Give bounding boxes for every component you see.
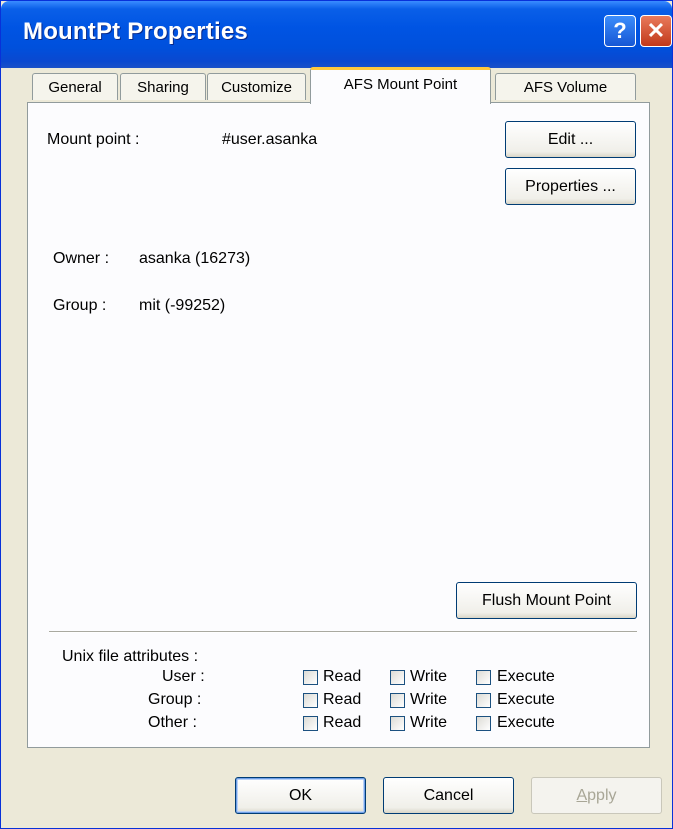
edit-button[interactable]: Edit ... — [505, 121, 636, 158]
group-row-label: Group : — [148, 691, 202, 708]
user-read-label: Read — [323, 668, 362, 685]
tab-label: Sharing — [137, 79, 189, 96]
apply-mnemonic: A — [576, 787, 588, 804]
group-value: mit (-99252) — [139, 297, 226, 314]
other-write-checkbox[interactable] — [390, 716, 405, 731]
group-execute-checkbox[interactable] — [476, 693, 491, 708]
title-bar[interactable]: MountPt Properties ? ✕ — [1, 1, 672, 68]
separator — [49, 631, 637, 633]
window-title: MountPt Properties — [23, 18, 248, 45]
other-read-label: Read — [323, 714, 362, 731]
cancel-button[interactable]: Cancel — [383, 777, 514, 814]
properties-button[interactable]: Properties ... — [505, 168, 636, 205]
group-write-checkbox[interactable] — [390, 693, 405, 708]
group-read-checkbox[interactable] — [303, 693, 318, 708]
user-execute-checkbox[interactable] — [476, 670, 491, 685]
tab-customize[interactable]: Customize — [207, 73, 306, 100]
tab-afs-volume[interactable]: AFS Volume — [495, 73, 636, 100]
group-label: Group : — [53, 297, 107, 314]
other-row-label: Other : — [148, 714, 197, 731]
flush-mount-point-button[interactable]: Flush Mount Point — [456, 582, 637, 619]
owner-label: Owner : — [53, 250, 110, 267]
group-read-label: Read — [323, 691, 362, 708]
help-icon: ? — [613, 18, 627, 43]
ok-button[interactable]: OK — [235, 777, 366, 814]
user-row-label: User : — [162, 668, 205, 685]
tab-afs-mount-point[interactable]: AFS Mount Point — [310, 67, 491, 104]
mount-point-value: #user.asanka — [222, 131, 318, 148]
user-write-label: Write — [410, 668, 448, 685]
unix-attributes-title: Unix file attributes : — [62, 648, 199, 665]
help-button[interactable]: ? — [604, 15, 636, 47]
other-execute-checkbox[interactable] — [476, 716, 491, 731]
close-icon: ✕ — [646, 18, 666, 43]
tab-label: General — [48, 79, 102, 96]
user-execute-label: Execute — [497, 668, 555, 685]
user-write-checkbox[interactable] — [390, 670, 405, 685]
other-execute-label: Execute — [497, 714, 555, 731]
group-write-label: Write — [410, 691, 448, 708]
tab-general[interactable]: General — [32, 73, 118, 100]
apply-button[interactable]: Apply — [531, 777, 662, 814]
close-button[interactable]: ✕ — [640, 15, 672, 47]
properties-dialog: MountPt Properties ? ✕ General Sharing C… — [0, 0, 673, 829]
tab-label: AFS Volume — [523, 79, 608, 96]
tab-label: Customize — [221, 79, 292, 96]
apply-label-rest: pply — [587, 787, 617, 804]
other-write-label: Write — [410, 714, 448, 731]
mount-point-label: Mount point : — [47, 131, 140, 148]
owner-value: asanka (16273) — [139, 250, 251, 267]
other-read-checkbox[interactable] — [303, 716, 318, 731]
tab-sharing[interactable]: Sharing — [120, 73, 206, 100]
group-execute-label: Execute — [497, 691, 555, 708]
user-read-checkbox[interactable] — [303, 670, 318, 685]
tab-label: AFS Mount Point — [343, 76, 458, 93]
